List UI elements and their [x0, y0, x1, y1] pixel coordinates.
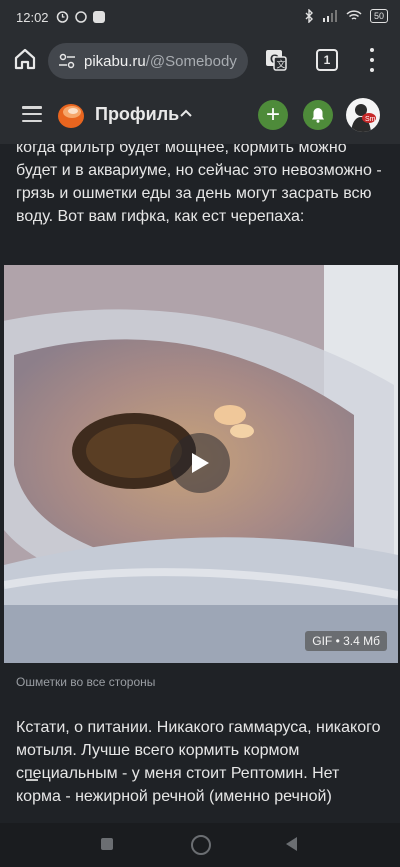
home-nav-button[interactable]: [191, 835, 211, 855]
bluetooth-icon: [305, 9, 313, 23]
address-bar[interactable]: pikabu.ru/@Somebody: [48, 43, 248, 79]
browser-toolbar: pikabu.ru/@Somebody G文 1: [0, 36, 400, 86]
status-time: 12:02: [16, 10, 49, 25]
play-icon: [192, 453, 209, 473]
tune-icon[interactable]: [58, 53, 76, 69]
alarm-icon: [56, 11, 69, 23]
post-paragraph: когда фильтр будет мощнее, кормить можно…: [16, 144, 382, 225]
site-header: Профиль + Sm: [0, 86, 400, 144]
status-system-icons: 50: [304, 9, 388, 23]
post-paragraph: Кстати, о питании. Никакого гаммаруса, н…: [16, 719, 381, 805]
svg-text:文: 文: [277, 59, 286, 70]
app-notification-icon: [93, 10, 105, 23]
page-title[interactable]: Профиль: [95, 104, 179, 125]
recents-button[interactable]: [101, 838, 113, 850]
chevron-up-icon[interactable]: [180, 109, 192, 117]
tab-switcher-button[interactable]: 1: [316, 49, 338, 71]
collapse-handle: [26, 779, 38, 781]
status-notification-icons: [56, 10, 105, 23]
status-bar: 12:02 50: [0, 0, 400, 36]
back-button[interactable]: [286, 837, 297, 851]
bell-icon: [312, 108, 324, 123]
menu-dots-icon[interactable]: [368, 48, 376, 72]
notifications-button[interactable]: [303, 100, 333, 130]
avatar[interactable]: Sm: [346, 98, 380, 132]
svg-text:Sm: Sm: [365, 116, 376, 123]
plus-icon: +: [265, 101, 280, 128]
add-post-button[interactable]: +: [258, 100, 288, 130]
url-text: pikabu.ru/@Somebody: [84, 52, 237, 70]
hamburger-icon[interactable]: [22, 106, 42, 122]
play-button[interactable]: [170, 433, 230, 493]
system-navigation-bar: [0, 779, 400, 867]
wifi-icon: [346, 10, 362, 20]
translate-icon[interactable]: G文: [264, 48, 288, 72]
signal-icon: [322, 10, 337, 22]
home-icon[interactable]: [12, 46, 38, 72]
gif-size-badge: GIF • 3.4 Мб: [305, 631, 387, 651]
post-content: когда фильтр будет мощнее, кормить можно…: [0, 144, 400, 824]
gif-caption: Ошметки во все стороны: [16, 675, 156, 689]
sync-icon: [75, 10, 87, 23]
pikabu-logo-icon[interactable]: [56, 100, 86, 130]
battery-indicator: 50: [369, 9, 388, 23]
gif-player[interactable]: GIF • 3.4 Мб: [4, 265, 398, 663]
